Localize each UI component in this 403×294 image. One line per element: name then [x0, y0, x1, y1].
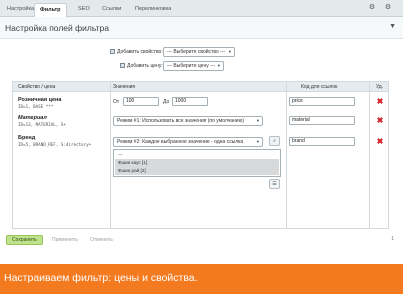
checkbox-icon[interactable]	[110, 49, 115, 55]
row-brand-code: ID=5, BRAND_REF, S:directory+	[18, 142, 92, 147]
caption-banner: Настраиваем фильтр: цены и свойства.	[0, 264, 403, 294]
cancel-button[interactable]: Отменить	[84, 235, 119, 245]
panel-header: Настройка полей фильтра ▼	[0, 17, 403, 39]
row-price-code: ID=1, BASE ***	[18, 104, 54, 109]
header-property: Свойство / цена	[18, 84, 56, 90]
header-values: Значения	[113, 84, 136, 90]
list-remove-icon[interactable]: ☰	[269, 179, 280, 189]
price-link-code-input[interactable]: price	[289, 97, 355, 106]
column-divider	[286, 82, 287, 228]
price-to-label: До	[163, 99, 170, 105]
add-property-select[interactable]: --- Выберите свойство --- ▾	[163, 47, 235, 57]
list-item[interactable]: ---	[115, 151, 279, 159]
delete-price-icon[interactable]: ✖	[376, 98, 384, 106]
list-item[interactable]: Фшин каус [1]	[115, 159, 279, 167]
row-brand-name: Бренд	[18, 135, 36, 141]
add-price-label: Добавить цену:	[120, 61, 163, 71]
page-number: 1	[391, 236, 394, 242]
collapse-chevron-icon[interactable]: ▼	[389, 23, 396, 30]
tab-links[interactable]: Ссылки	[97, 3, 126, 17]
row-material-code: ID=13, MATERIAL, S+	[18, 122, 66, 127]
brand-mode-select[interactable]: Режим #2: Каждое выбранное значение - од…	[113, 137, 263, 147]
select-arrow-icon: ▾	[256, 139, 259, 144]
row-material-name: Материал	[18, 115, 47, 121]
checkbox-icon[interactable]	[120, 63, 125, 69]
search-icon[interactable]: ⌕	[269, 136, 280, 146]
add-property-label: Добавить свойство:	[110, 47, 163, 57]
brand-values-listbox[interactable]: --- Фшин каус [1] Фшин рай [2]	[113, 149, 281, 177]
save-button[interactable]: Сохранить	[6, 235, 43, 245]
row-price-name: Розничная цена	[18, 97, 62, 103]
column-divider	[110, 82, 111, 228]
select-arrow-icon: ▾	[217, 63, 220, 68]
panel-title: Настройка полей фильтра	[5, 23, 109, 33]
price-from-input[interactable]: 100	[123, 97, 159, 106]
delete-material-icon[interactable]: ✖	[376, 117, 384, 125]
list-item[interactable]: Фшин рай [2]	[115, 167, 279, 175]
tab-relinking[interactable]: Перелинковка	[130, 3, 176, 17]
material-mode-select[interactable]: Режим #1: Использовать все значения (по …	[113, 116, 263, 126]
add-price-select[interactable]: --- Выберите цену --- ▾	[163, 61, 224, 71]
banner-text: Настраиваем фильтр: цены и свойства.	[4, 272, 198, 284]
header-link-code: Код для ссылок	[301, 84, 338, 90]
select-arrow-icon: ▾	[256, 118, 259, 123]
gear-icon[interactable]: ⚙	[367, 3, 377, 13]
delete-brand-icon[interactable]: ✖	[376, 138, 384, 146]
price-from-label: От	[113, 99, 120, 105]
column-divider	[369, 82, 370, 228]
apply-button[interactable]: Применить	[46, 235, 84, 245]
tab-bar: Настройка Фильтр SEO Ссылки Перелинковка…	[0, 0, 403, 17]
header-delete: Уд.	[376, 84, 384, 90]
brand-link-code-input[interactable]: brand	[289, 137, 355, 146]
settings-icon[interactable]: ⚙	[383, 3, 393, 13]
price-to-input[interactable]: 1000	[172, 97, 208, 106]
tab-seo[interactable]: SEO	[73, 3, 95, 17]
table-header: Свойство / цена Значения Код для ссылок …	[13, 82, 388, 92]
material-link-code-input[interactable]: material	[289, 116, 355, 125]
select-arrow-icon: ▾	[228, 49, 231, 54]
tab-filter[interactable]: Фильтр	[34, 3, 67, 17]
